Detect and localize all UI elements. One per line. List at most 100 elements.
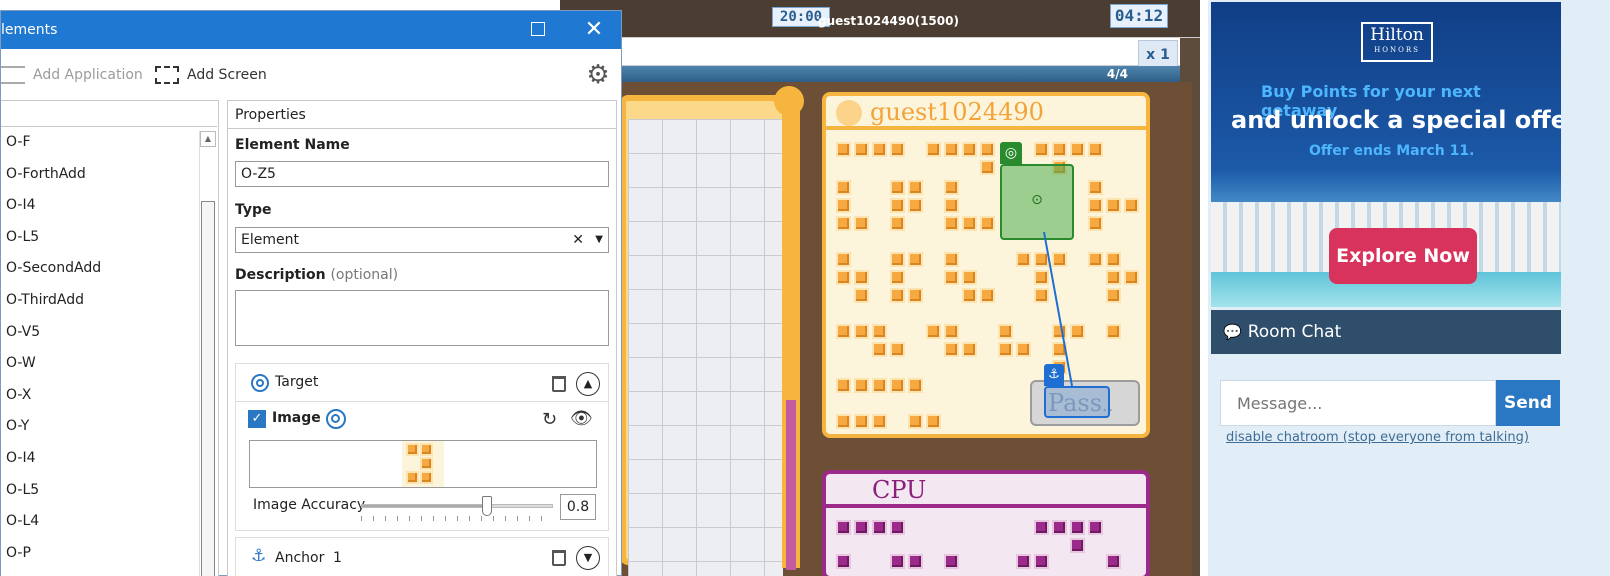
piece-cell bbox=[1106, 554, 1121, 569]
piece-cell bbox=[836, 198, 851, 213]
cpu-panel-header: CPU bbox=[826, 474, 1146, 508]
element-search-input[interactable] bbox=[1, 101, 217, 127]
piece-cell bbox=[836, 270, 851, 285]
list-item[interactable]: O-V5 bbox=[1, 317, 197, 349]
piece-cell bbox=[1070, 538, 1085, 553]
piece-cell bbox=[836, 414, 851, 429]
list-item[interactable]: O-L5 bbox=[1, 475, 197, 507]
piece-cell bbox=[854, 216, 869, 231]
expand-anchor-icon[interactable]: ▼ bbox=[576, 546, 600, 570]
refresh-icon[interactable]: ↻ bbox=[542, 409, 557, 430]
player-panel-header: guest1024490 bbox=[826, 96, 1146, 130]
element-name-field[interactable]: O-Z5 bbox=[235, 161, 609, 187]
anchor-highlight bbox=[1044, 386, 1110, 418]
piece-cell bbox=[962, 216, 977, 231]
image-preview bbox=[249, 440, 597, 488]
piece-cell bbox=[1016, 554, 1031, 569]
piece-cell bbox=[908, 180, 923, 195]
list-item[interactable]: O-I4 bbox=[1, 190, 197, 222]
delete-target-icon[interactable] bbox=[552, 376, 566, 392]
add-application-label: Add Application bbox=[33, 67, 143, 83]
piece-cell bbox=[854, 324, 869, 339]
piece-cell bbox=[908, 252, 923, 267]
element-list-scrollbar[interactable]: ▲ bbox=[199, 131, 216, 576]
piece-cell bbox=[1070, 142, 1085, 157]
piece-cell bbox=[872, 142, 887, 157]
image-accuracy-thumb[interactable] bbox=[482, 496, 493, 516]
piece-cell bbox=[890, 554, 905, 569]
list-item[interactable]: O-SecondAdd bbox=[1, 253, 197, 285]
preview-thumbnail bbox=[402, 441, 444, 487]
add-application-button[interactable]: Add Application bbox=[1, 49, 143, 101]
type-select[interactable]: Element ✕ ▼ bbox=[235, 227, 609, 253]
add-screen-icon bbox=[155, 66, 179, 84]
eye-icon[interactable]: 👁 bbox=[570, 408, 593, 429]
piece-cell bbox=[1052, 142, 1067, 157]
disable-chatroom-link[interactable]: disable chatroom (stop everyone from tal… bbox=[1226, 430, 1529, 445]
list-item[interactable]: O-ThirdAdd bbox=[1, 285, 197, 317]
piece-cell bbox=[836, 180, 851, 195]
list-item[interactable]: O-ForthAdd bbox=[1, 159, 197, 191]
description-optional: (optional) bbox=[330, 267, 399, 283]
close-icon[interactable]: ✕ bbox=[579, 15, 609, 45]
image-accuracy-value[interactable]: 0.8 bbox=[560, 494, 596, 520]
room-chat-title: Room Chat bbox=[1247, 322, 1342, 342]
piece-cell bbox=[926, 414, 941, 429]
piece-cell bbox=[1106, 324, 1121, 339]
description-label: Description (optional) bbox=[235, 267, 398, 283]
list-item[interactable]: O-P bbox=[1, 538, 197, 570]
anchor-count: 1 bbox=[333, 550, 342, 566]
maximize-icon[interactable] bbox=[531, 22, 545, 36]
dialog-title-bar[interactable]: lements ✕ bbox=[1, 11, 621, 49]
add-screen-button[interactable]: Add Screen bbox=[155, 49, 267, 101]
board-grid[interactable] bbox=[628, 119, 783, 576]
ad-banner[interactable]: Hilton HONORS Buy Points for your next g… bbox=[1211, 2, 1561, 307]
dialog-toolbar: Add Application Add Screen ⚙ bbox=[1, 49, 621, 101]
piece-cell bbox=[944, 198, 959, 213]
collapse-target-icon[interactable]: ▲ bbox=[576, 372, 600, 396]
description-field[interactable] bbox=[235, 290, 609, 346]
target-marker-icon: ◎ bbox=[1000, 142, 1022, 164]
piece-cell bbox=[1034, 554, 1049, 569]
element-list: O-F O-ForthAdd O-I4 O-L5 O-SecondAdd O-ThirdA… bbox=[1, 100, 219, 576]
image-target-icon[interactable] bbox=[326, 409, 346, 429]
clear-icon[interactable]: ✕ bbox=[572, 228, 584, 252]
piece-cell bbox=[1052, 324, 1067, 339]
piece-cell bbox=[944, 252, 959, 267]
ad-line-2: and unlock a special offer bbox=[1231, 106, 1561, 134]
piece-cell bbox=[836, 216, 851, 231]
piece-cell bbox=[890, 216, 905, 231]
scroll-up-icon[interactable]: ▲ bbox=[200, 131, 216, 147]
game-board[interactable] bbox=[620, 95, 790, 576]
list-item[interactable]: O-W bbox=[1, 348, 197, 380]
chat-message-input[interactable] bbox=[1220, 380, 1496, 426]
piece-cell bbox=[872, 378, 887, 393]
list-item[interactable]: O-L5 bbox=[1, 222, 197, 254]
image-checkbox[interactable]: ✓ bbox=[248, 410, 266, 428]
list-item[interactable]: O-F bbox=[1, 127, 197, 159]
list-item[interactable]: O-X bbox=[1, 380, 197, 412]
piece-cell bbox=[998, 324, 1013, 339]
piece-cell bbox=[854, 288, 869, 303]
piece-cell bbox=[1124, 270, 1139, 285]
piece-cell bbox=[1016, 342, 1031, 357]
image-accuracy-slider[interactable] bbox=[361, 496, 553, 516]
list-item[interactable]: O-Y bbox=[1, 411, 197, 443]
delete-anchor-icon[interactable] bbox=[552, 550, 566, 566]
gear-icon[interactable]: ⚙ bbox=[584, 61, 612, 89]
scroll-thumb[interactable] bbox=[201, 201, 215, 576]
anchor-section: ⚓ Anchor 1 ▼ bbox=[235, 537, 609, 576]
piece-cell bbox=[1070, 324, 1085, 339]
anchor-icon: ⚓ bbox=[251, 546, 267, 566]
piece-cell bbox=[890, 252, 905, 267]
chevron-down-icon[interactable]: ▼ bbox=[595, 228, 603, 252]
send-button[interactable]: Send bbox=[1496, 380, 1560, 426]
piece-cell bbox=[908, 288, 923, 303]
list-item[interactable]: O-L4 bbox=[1, 506, 197, 538]
piece-cell bbox=[872, 520, 887, 535]
piece-cell bbox=[872, 342, 887, 357]
type-label: Type bbox=[235, 202, 272, 218]
list-item[interactable]: O-I4 bbox=[1, 443, 197, 475]
player-name: guest1024490 bbox=[870, 98, 1044, 126]
explore-now-button[interactable]: Explore Now bbox=[1329, 228, 1477, 284]
